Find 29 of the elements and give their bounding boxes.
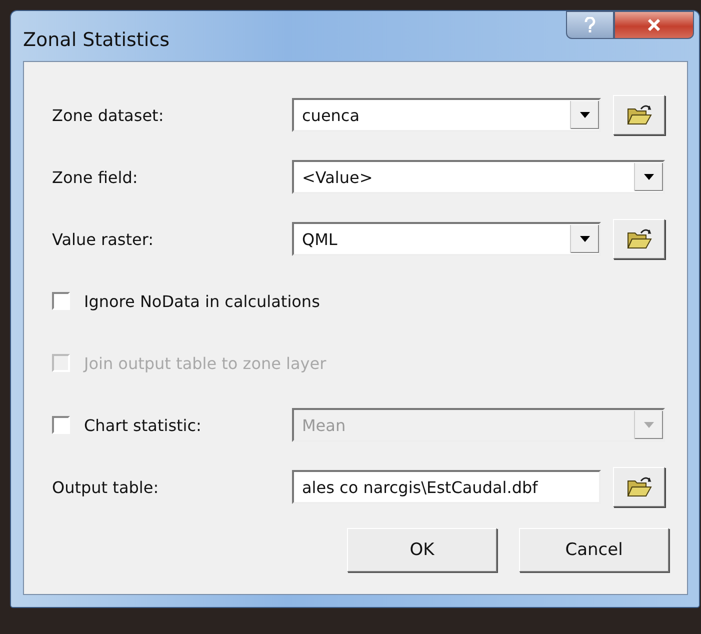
field-label: Value raster:	[52, 230, 155, 248]
dropdown-arrow-icon	[580, 236, 590, 242]
dropdown-arrow-icon	[644, 174, 654, 180]
close-button[interactable]	[614, 11, 694, 39]
close-icon	[647, 19, 661, 31]
dropdown-arrow-icon	[580, 112, 590, 118]
checkbox[interactable]	[52, 292, 70, 310]
folder-icon	[626, 228, 652, 250]
text-field[interactable]: ales co narcgis\EstCaudal.dbf	[292, 470, 602, 504]
dialog-button[interactable]: OK	[347, 528, 497, 572]
help-button[interactable]	[566, 11, 614, 39]
field-label: Zone dataset:	[52, 106, 165, 124]
dropdown-arrow-icon	[644, 422, 654, 428]
field-label: Output table:	[52, 478, 160, 496]
field-label: Zone field:	[52, 168, 139, 186]
dropdown-field[interactable]: cuenca	[292, 98, 602, 132]
checkbox-label: Join output table to zone layer	[84, 354, 326, 372]
dropdown-field[interactable]: QML	[292, 222, 602, 256]
browse-button[interactable]	[613, 95, 665, 135]
checkbox-label: Ignore NoData in calculations	[84, 292, 320, 310]
folder-icon	[626, 104, 652, 126]
browse-button[interactable]	[613, 467, 665, 507]
help-icon	[584, 17, 596, 33]
folder-icon	[626, 476, 652, 498]
window-title: Zonal Statistics	[23, 29, 170, 51]
checkbox-label: Chart statistic:	[84, 416, 202, 434]
dialog-button[interactable]: Cancel	[519, 528, 669, 572]
dropdown-field[interactable]: <Value>	[292, 160, 665, 194]
browse-button[interactable]	[613, 219, 665, 259]
